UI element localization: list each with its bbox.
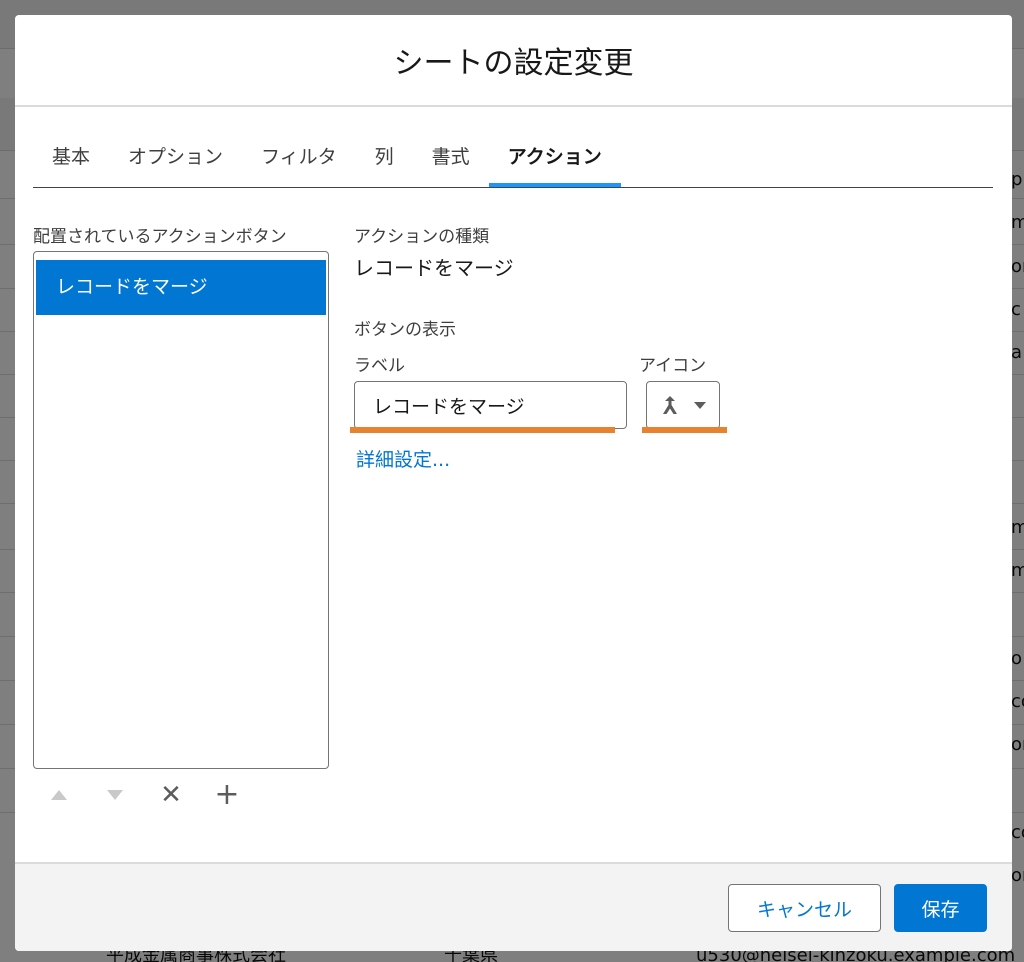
- label-field-label: ラベル: [354, 356, 405, 376]
- tab-basic[interactable]: 基本: [33, 135, 109, 187]
- list-item[interactable]: レコードをマージ: [36, 260, 326, 315]
- label-input[interactable]: [354, 381, 627, 429]
- action-button-list[interactable]: レコードをマージ: [33, 251, 329, 769]
- tab-columns[interactable]: 列: [356, 135, 413, 187]
- modal-footer: キャンセル 保存: [15, 862, 1012, 951]
- triangle-down-icon: [107, 790, 123, 800]
- tab-format[interactable]: 書式: [413, 135, 489, 187]
- icon-highlight-mark: [642, 427, 727, 433]
- action-type-value: レコードをマージ: [354, 256, 514, 280]
- cancel-button[interactable]: キャンセル: [728, 884, 881, 932]
- advanced-settings-link[interactable]: 詳細設定...: [356, 445, 450, 472]
- action-type-label: アクションの種類: [354, 227, 490, 247]
- button-display-label: ボタンの表示: [354, 320, 456, 340]
- modal-header: シートの設定変更: [15, 15, 1012, 107]
- label-highlight-mark: [350, 427, 615, 433]
- remove-button[interactable]: ✕: [155, 779, 187, 811]
- tab-filter[interactable]: フィルタ: [242, 135, 356, 187]
- move-down-button[interactable]: [99, 779, 131, 811]
- tab-actions[interactable]: アクション: [488, 135, 621, 187]
- action-list-label: 配置されているアクションボタン: [33, 227, 287, 247]
- settings-tabs: 基本 オプション フィルタ 列 書式 アクション: [33, 135, 993, 188]
- icon-field-label: アイコン: [639, 356, 707, 376]
- triangle-up-icon: [51, 790, 67, 800]
- save-button[interactable]: 保存: [894, 884, 987, 932]
- merge-icon: [663, 396, 677, 414]
- icon-picker[interactable]: [646, 381, 720, 429]
- tab-options[interactable]: オプション: [109, 135, 242, 187]
- plus-icon: +: [214, 777, 240, 812]
- chevron-down-icon: [694, 401, 706, 409]
- close-icon: ✕: [160, 780, 182, 810]
- sheet-settings-modal: シートの設定変更 基本 オプション フィルタ 列 書式 アクション 配置されてい…: [15, 15, 1012, 951]
- modal-title: シートの設定変更: [393, 46, 634, 81]
- add-button[interactable]: +: [211, 779, 243, 811]
- move-up-button[interactable]: [43, 779, 75, 811]
